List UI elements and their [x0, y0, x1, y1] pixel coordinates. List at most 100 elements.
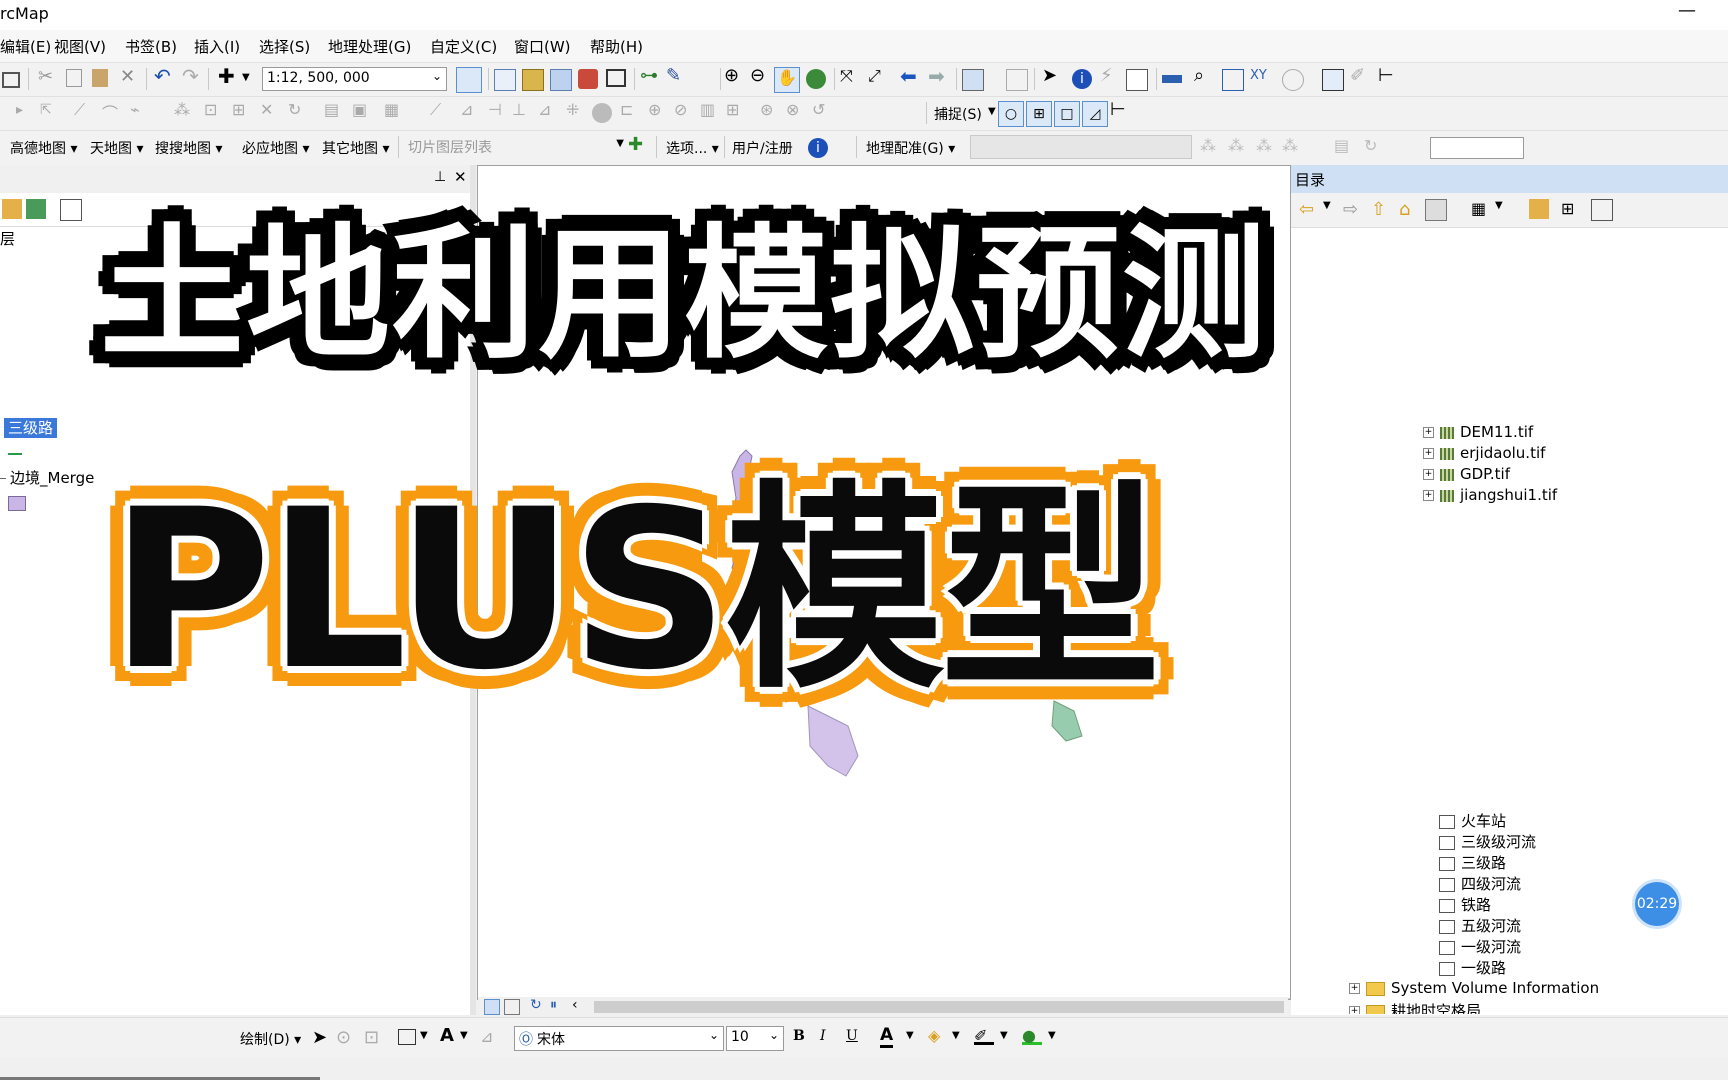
snapping-options-icon[interactable]: ⊢ — [1110, 99, 1130, 120]
tree-item-jiangshui1[interactable]: + jiangshui1.tif — [1423, 486, 1557, 505]
measure-bar-icon[interactable]: ⊢ — [1378, 65, 1398, 86]
menu-windows[interactable]: 窗口(W) — [514, 36, 571, 57]
menu-selection[interactable]: 选择(S) — [259, 36, 310, 57]
union-icon[interactable]: ⊕ — [648, 100, 668, 120]
trace-icon[interactable]: ⌁ — [130, 100, 150, 120]
vertex-snapping-icon[interactable]: □ — [1054, 101, 1080, 127]
auto-registration-icon[interactable]: ⁂ — [1228, 136, 1248, 156]
trim-icon[interactable]: ⊿ — [538, 100, 558, 120]
layer-item-三级路[interactable]: 三级路 — [4, 417, 58, 439]
draw-icon[interactable]: ✐ — [1350, 65, 1370, 86]
refresh-icon[interactable]: ↻ — [530, 997, 550, 1017]
table-of-contents-icon[interactable] — [494, 69, 516, 91]
list-by-drawing-order-icon[interactable] — [2, 199, 22, 219]
tree-item-gdp[interactable]: + GDP.tif — [1423, 465, 1510, 484]
tree-item-一级河流[interactable]: 一级河流 — [1439, 936, 1521, 956]
view-link-table-icon[interactable]: ▤ — [1334, 136, 1354, 156]
cogo-icon[interactable]: ⊛ — [760, 100, 780, 120]
up-one-level-icon[interactable]: ⇧ — [1371, 199, 1391, 220]
map-scale-dropdown[interactable]: 1:12, 500, 000 ⌄ — [262, 67, 447, 91]
select-elements-icon[interactable]: ➤ — [312, 1027, 332, 1048]
rotate-raster-icon[interactable]: ↻ — [1364, 136, 1384, 156]
map-view[interactable] — [477, 165, 1291, 1000]
soso-map-menu[interactable]: 搜搜地图 ▾ — [155, 138, 222, 158]
edit-tool-icon[interactable]: ▸ — [16, 102, 36, 122]
straight-segment-icon[interactable]: ⟋ — [74, 100, 94, 120]
pan-icon[interactable]: ✋ — [774, 67, 800, 93]
layout-view-icon[interactable] — [504, 999, 520, 1015]
gaode-map-menu[interactable]: 高德地图 ▾ — [10, 138, 77, 158]
catalog-icon[interactable] — [522, 69, 544, 91]
forward-icon[interactable]: ⇨ — [1343, 199, 1363, 220]
editor-toolbar-icon[interactable] — [456, 67, 482, 93]
catalog-options-icon[interactable] — [1591, 199, 1613, 221]
drawing-menu[interactable]: 绘制(D) ▾ — [240, 1029, 301, 1049]
other-map-menu[interactable]: 其它地图 ▾ — [322, 138, 389, 158]
tile-layer-list-dropdown[interactable]: 切片图层列表 ▼ — [404, 135, 624, 159]
delete-icon[interactable]: ✕ — [120, 66, 140, 87]
georef-layer-dropdown[interactable] — [970, 135, 1192, 159]
chevron-down-icon[interactable]: ▼ — [988, 106, 996, 117]
chevron-down-icon[interactable]: ▼ — [1323, 200, 1343, 220]
fill-color-icon[interactable]: ◈ — [928, 1026, 948, 1046]
print-icon[interactable] — [2, 72, 20, 88]
attributes-icon[interactable]: ▤ — [324, 100, 344, 120]
full-extent-icon[interactable] — [806, 69, 826, 89]
add-control-points-icon[interactable]: ⁂ — [1200, 136, 1220, 156]
edit-vertices-icon[interactable]: ⁂ — [174, 100, 194, 120]
measure-icon[interactable] — [1162, 75, 1182, 83]
chevron-down-icon[interactable]: ▼ — [1495, 200, 1515, 220]
forward-extent-icon[interactable]: ➡ — [928, 64, 948, 88]
font-color-icon[interactable]: A — [880, 1025, 894, 1048]
clear-selection-icon[interactable] — [1006, 69, 1028, 91]
arctoolbox-icon[interactable] — [578, 69, 598, 89]
zoom-out-icon[interactable]: ⊖ — [750, 65, 770, 86]
bing-map-menu[interactable]: 必应地图 ▾ — [242, 138, 309, 158]
line-color-icon[interactable]: ✐ — [974, 1026, 994, 1045]
line-intersect-icon[interactable]: ⊣ — [488, 100, 508, 120]
hyperlink-icon[interactable]: ⚡ — [1100, 65, 1120, 86]
traverse-icon[interactable]: ⊗ — [786, 100, 806, 120]
italic-button[interactable]: I — [820, 1028, 826, 1044]
tianditu-menu[interactable]: 天地图 ▾ — [90, 138, 143, 158]
fixed-zoom-out-icon[interactable]: ⤢ — [868, 66, 888, 86]
zoom-to-elements-icon[interactable]: ⊡ — [364, 1027, 384, 1048]
search-window-icon[interactable] — [550, 69, 572, 91]
home-icon[interactable]: ⌂ — [1399, 199, 1419, 220]
create-features-icon[interactable]: ▦ — [384, 100, 404, 120]
cut-polygons-icon[interactable]: ⊞ — [232, 100, 252, 120]
clip-icon[interactable]: ⊘ — [674, 100, 694, 120]
tree-item-erjidaolu[interactable]: + erjidaolu.tif — [1423, 444, 1545, 463]
tree-item-system-volume-information[interactable]: + System Volume Information — [1349, 979, 1599, 998]
tree-item-五级河流[interactable]: 五级河流 — [1439, 915, 1521, 935]
end-snapping-icon[interactable]: ⊞ — [1026, 101, 1052, 127]
model-builder-icon[interactable]: ⊶ — [640, 65, 660, 86]
minimize-button[interactable]: — — [1678, 0, 1696, 21]
list-by-source-icon[interactable] — [26, 199, 46, 219]
identify-icon[interactable]: i — [1072, 69, 1092, 89]
python-window-icon[interactable] — [606, 69, 626, 87]
rotate-element-icon[interactable]: ⊙ — [336, 1027, 356, 1048]
connect-folder-icon[interactable] — [1425, 199, 1447, 221]
scroll-left-icon[interactable]: ‹ — [572, 997, 592, 1017]
pause-drawing-icon[interactable]: ⏸ — [550, 997, 570, 1017]
layer-item-边境-merge[interactable]: 边境_Merge — [0, 467, 94, 488]
tree-item-三级路[interactable]: 三级路 — [1439, 852, 1506, 872]
tree-item-耕地时空格局[interactable]: + 耕地时空格局 — [1349, 1000, 1481, 1014]
find-icon[interactable]: ⌕ — [1194, 65, 1214, 86]
bold-button[interactable]: B — [793, 1028, 805, 1044]
pin-icon[interactable]: ⊥ — [434, 169, 446, 185]
edge-snapping-icon[interactable]: ◿ — [1082, 101, 1108, 127]
menu-bookmarks[interactable]: 书签(B) — [125, 36, 177, 57]
editor-pen-icon[interactable]: ✎ — [666, 65, 686, 86]
chevron-down-icon[interactable]: ▼ — [1000, 1030, 1020, 1050]
find-route-icon[interactable] — [1222, 69, 1244, 91]
copy-icon[interactable] — [66, 69, 82, 87]
back-extent-icon[interactable]: ⬅ — [900, 64, 920, 88]
sketch-properties-icon[interactable]: ▣ — [352, 100, 372, 120]
select-elements-icon[interactable]: ➤ — [1042, 65, 1062, 86]
chevron-down-icon[interactable]: ▼ — [906, 1030, 926, 1050]
info-icon[interactable]: i — [808, 138, 828, 158]
menu-view[interactable]: 视图(V) — [54, 36, 106, 57]
options-menu[interactable]: 选项... ▾ — [666, 138, 719, 158]
